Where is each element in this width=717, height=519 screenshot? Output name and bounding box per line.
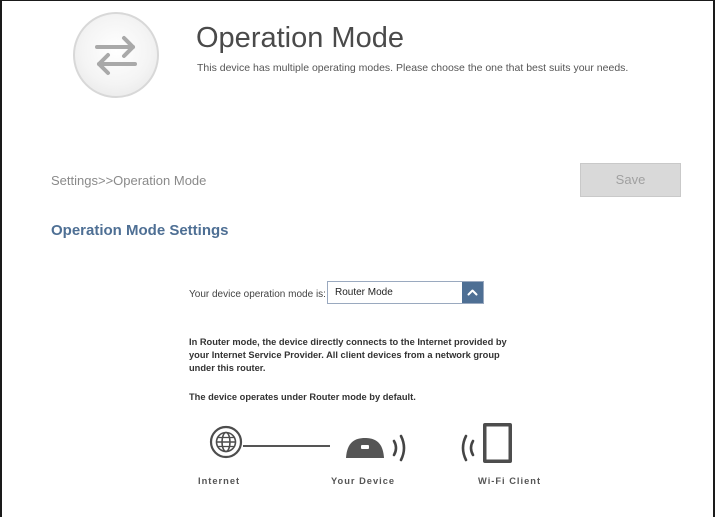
breadcrumb[interactable]: Settings>>Operation Mode <box>51 173 206 188</box>
router-icon <box>346 438 384 458</box>
default-mode-note: The device operates under Router mode by… <box>189 392 416 402</box>
mode-description-line: In Router mode, the device directly conn… <box>189 337 507 347</box>
operation-mode-select[interactable]: Router Mode <box>327 281 484 304</box>
mode-description-line: under this router. <box>189 363 266 373</box>
mode-description-line: your Internet Service Provider. All clie… <box>189 350 500 360</box>
your-device-label: Your Device <box>331 476 396 486</box>
wifi-signal-icon <box>461 434 475 462</box>
wifi-client-label: Wi-Fi Client <box>478 476 542 486</box>
swap-arrows-icon <box>73 12 159 98</box>
save-button[interactable]: Save <box>580 163 681 197</box>
page-description: This device has multiple operating modes… <box>197 62 629 74</box>
internet-label: Internet <box>198 476 241 486</box>
network-diagram <box>209 423 512 463</box>
tablet-icon <box>483 423 512 463</box>
wifi-signal-icon <box>392 434 406 462</box>
page-title: Operation Mode <box>196 22 404 54</box>
operation-mode-label: Your device operation mode is: <box>189 289 326 300</box>
section-title: Operation Mode Settings <box>51 222 229 239</box>
globe-icon <box>209 425 243 459</box>
chevron-up-icon[interactable] <box>462 282 483 303</box>
operation-mode-value: Router Mode <box>335 287 393 298</box>
